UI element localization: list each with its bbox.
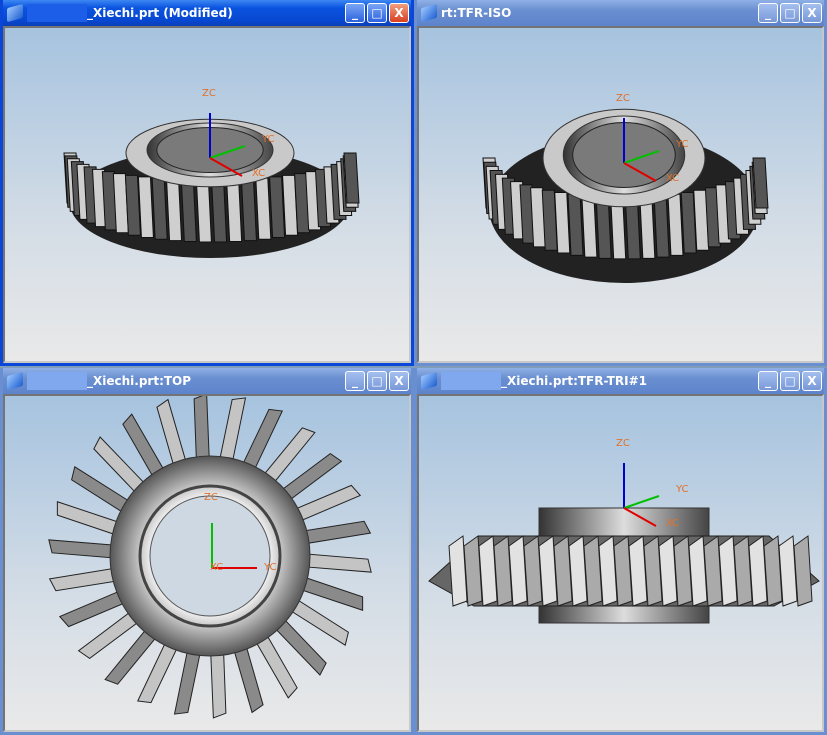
gear-model: ZC YC XC	[63, 88, 360, 258]
y-axis	[623, 495, 660, 509]
gear-tooth	[667, 193, 684, 256]
gear-tooth	[211, 179, 228, 243]
gear-tooth	[255, 177, 272, 240]
gear-tooth	[124, 174, 141, 236]
close-button[interactable]: X	[389, 371, 409, 391]
gear-tooth	[180, 179, 197, 242]
gear-tooth	[151, 177, 168, 240]
z-axis-label: ZC	[616, 93, 630, 104]
graphics-viewport[interactable]: ZC YC XC	[417, 394, 824, 732]
window-title: _Xiechi.prt:TOP	[87, 374, 192, 388]
close-button[interactable]: X	[389, 3, 409, 23]
gear-tooth	[240, 178, 257, 242]
y-axis-label: YC	[675, 139, 689, 150]
gear-tooth	[195, 179, 212, 243]
gear-tooth	[137, 176, 154, 238]
viewport-window-front[interactable]: _Xiechi.prt:TFR-TRI#1 _ □ X ZC YC XC	[414, 368, 827, 735]
maximize-button[interactable]: □	[780, 3, 800, 23]
gear-bore	[149, 495, 271, 617]
viewport-window-trimetric[interactable]: _Xiechi.prt (Modified) _ □ X ZC YC XC	[0, 0, 414, 366]
maximize-button[interactable]: □	[780, 371, 800, 391]
viewport-window-isometric[interactable]: rt:TFR-ISO _ □ X ZC YC XC	[414, 0, 827, 366]
y-axis-label: YC	[261, 134, 275, 145]
gear-model: ZC YC XC	[48, 396, 372, 719]
gear-tooth	[226, 179, 243, 242]
minimize-button[interactable]: _	[758, 3, 778, 23]
graphics-viewport[interactable]: ZC YC XC	[3, 26, 411, 363]
minimize-button[interactable]: _	[345, 3, 365, 23]
z-axis-label: ZC	[204, 492, 218, 503]
minimize-button[interactable]: _	[758, 371, 778, 391]
y-axis-label: YC	[263, 562, 277, 573]
gear-tooth	[567, 193, 584, 256]
app-icon	[7, 3, 23, 23]
gear-tooth	[554, 191, 571, 254]
title-bar[interactable]: _Xiechi.prt (Modified) _ □ X	[3, 0, 411, 26]
z-axis-label: ZC	[616, 438, 630, 449]
close-button[interactable]: X	[802, 371, 822, 391]
gear-tooth	[269, 176, 286, 238]
maximize-button[interactable]: □	[367, 371, 387, 391]
app-icon	[7, 371, 23, 391]
graphics-viewport[interactable]: ZC YC XC	[417, 26, 824, 363]
x-axis-label: XC	[252, 168, 265, 179]
z-axis-label: ZC	[202, 88, 216, 99]
minimize-button[interactable]: _	[345, 371, 365, 391]
viewport-window-top[interactable]: _Xiechi.prt:TOP _ □ X ZC YC XC	[0, 368, 414, 735]
gear-model: ZC YC XC	[428, 438, 820, 624]
title-bar[interactable]: _Xiechi.prt:TOP _ □ X	[3, 368, 411, 394]
close-button[interactable]: X	[802, 3, 822, 23]
app-icon	[421, 3, 437, 23]
y-axis-label: YC	[675, 484, 689, 495]
redacted-block	[27, 4, 87, 22]
app-icon	[421, 371, 437, 391]
window-title: _Xiechi.prt (Modified)	[87, 6, 233, 20]
window-title: _Xiechi.prt:TFR-TRI#1	[501, 374, 648, 388]
gear-tooth	[653, 195, 670, 258]
x-axis-label: XC	[666, 173, 679, 184]
gear-tooth	[166, 178, 183, 242]
gear-tooth	[343, 152, 360, 204]
window-title: rt:TFR-ISO	[441, 6, 512, 20]
x-axis-label: XC	[210, 562, 223, 573]
title-bar[interactable]: _Xiechi.prt:TFR-TRI#1 _ □ X	[417, 368, 824, 394]
redacted-block	[27, 372, 87, 390]
gear-tooth	[581, 195, 598, 258]
gear-tooth	[752, 157, 769, 209]
redacted-block	[441, 372, 501, 390]
x-axis-label: XC	[666, 518, 679, 529]
graphics-viewport[interactable]: ZC YC XC	[3, 394, 411, 732]
gear-model: ZC YC XC	[482, 93, 769, 283]
title-bar[interactable]: rt:TFR-ISO _ □ X	[417, 0, 824, 26]
maximize-button[interactable]: □	[367, 3, 387, 23]
